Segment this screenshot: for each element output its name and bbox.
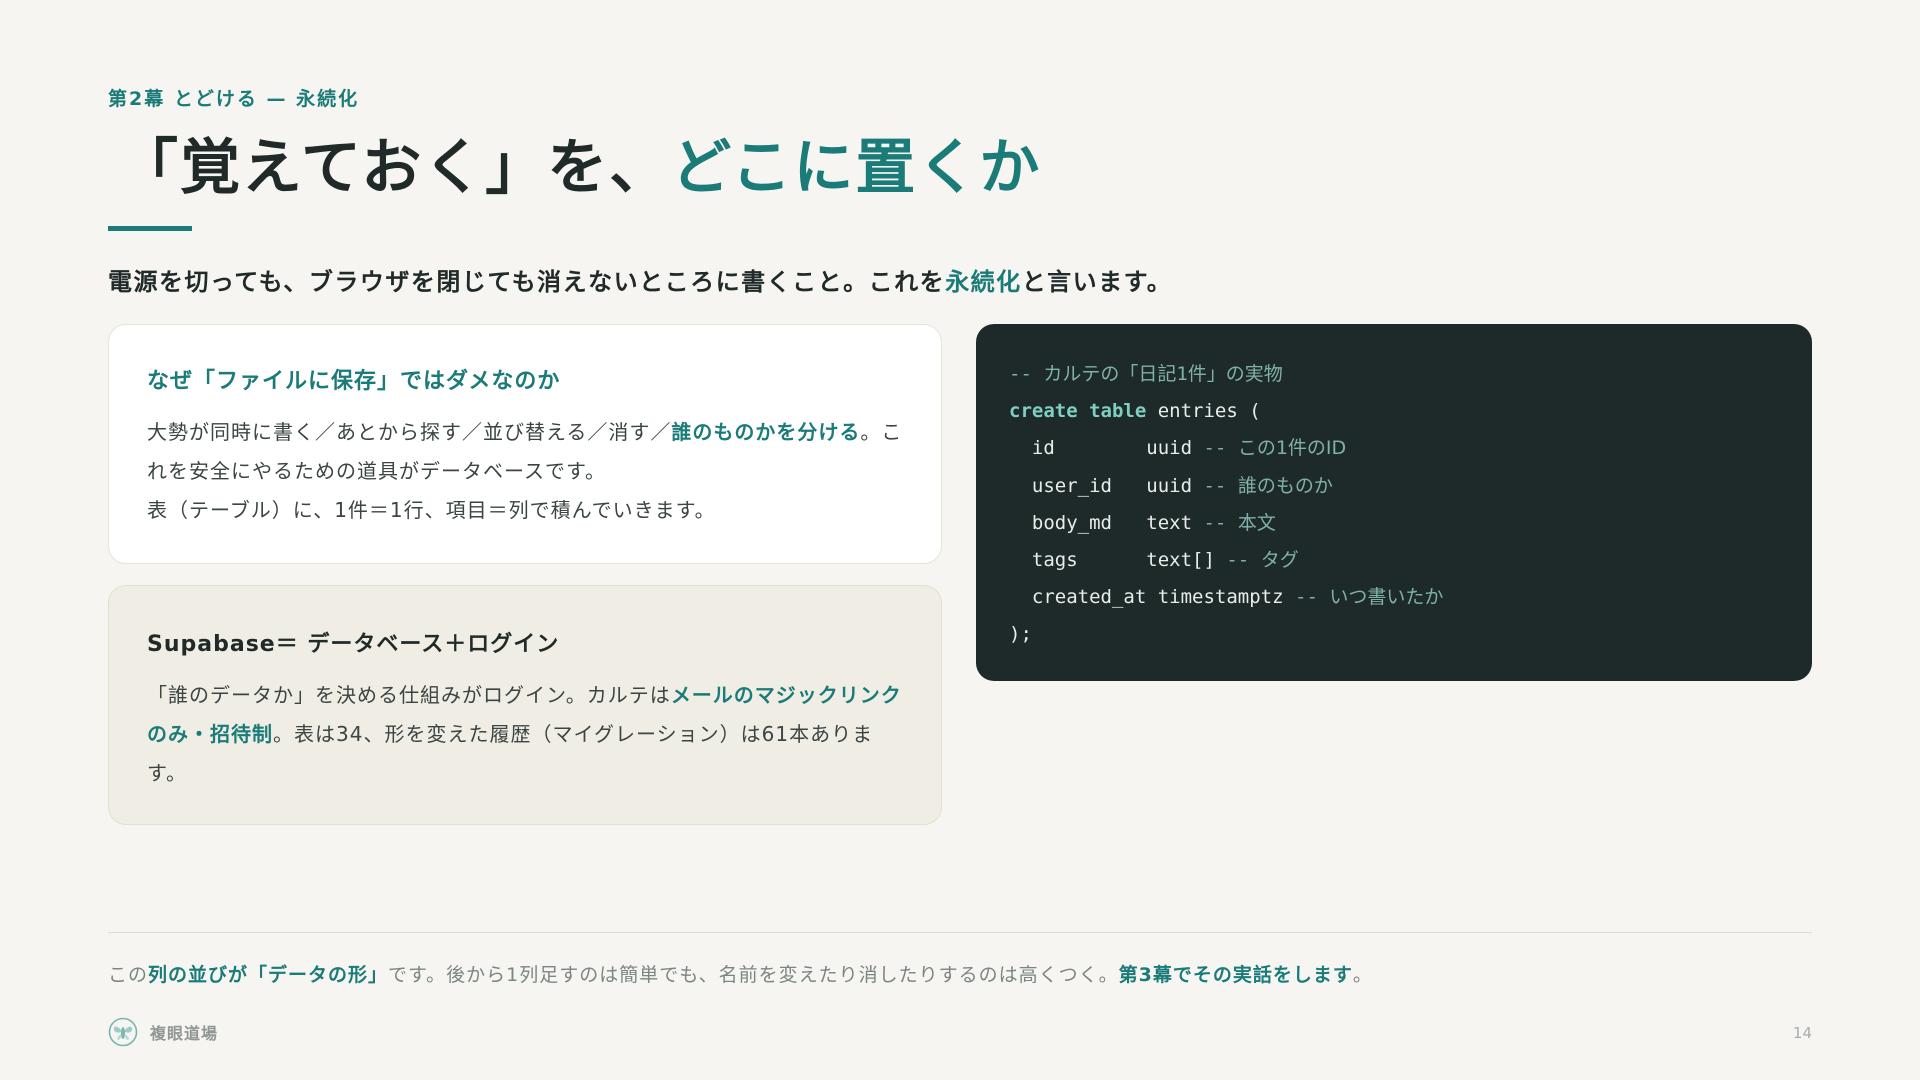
code-column-name: created_at <box>1031 586 1158 609</box>
code-column-dash: -- <box>1283 586 1330 609</box>
lead-highlight: 永続化 <box>945 268 1022 296</box>
card-why-not-file-title: なぜ「ファイルに保存」ではダメなのか <box>147 369 561 394</box>
code-column-name: tags <box>1031 548 1147 571</box>
card-why-not-file: なぜ「ファイルに保存」ではダメなのか 大勢が同時に書く／あとから探す／並び替える… <box>108 324 942 564</box>
code-column-name: user_id <box>1031 474 1147 497</box>
card-why-not-file-body: 大勢が同時に書く／あとから探す／並び替える／消す／誰のものかを分ける。これを安全… <box>147 413 905 530</box>
footnote-highlight-1: 列の並びが「データの形」 <box>148 964 389 986</box>
code-column-name: body_md <box>1031 511 1147 534</box>
brand-name: 複眼道場 <box>150 1024 219 1043</box>
code-column-dash: -- <box>1192 437 1238 460</box>
code-column-type: uuid <box>1146 437 1193 460</box>
code-column-row: body_md text -- 本文 <box>1009 505 1812 542</box>
code-column-row: id uuid -- この1件のID <box>1009 430 1812 467</box>
card-supabase-body: 「誰のデータか」を決める仕組みがログイン。カルテはメールのマジックリンクのみ・招… <box>147 676 905 793</box>
card-supabase-before: 「誰のデータか」を決める仕組みがログイン。カルテは <box>147 683 671 707</box>
code-comment-title: -- カルテの「日記1件」の実物 <box>1009 356 1812 393</box>
code-table-name: entries ( <box>1157 400 1261 423</box>
footnote-highlight-2: 第3幕でその実話をします <box>1118 964 1353 986</box>
code-column-dash: -- <box>1192 511 1238 534</box>
code-comment-title-text: -- カルテの「日記1件」の実物 <box>1009 363 1283 385</box>
code-column-dash: -- <box>1214 548 1261 571</box>
card-supabase-title: Supabase＝ データベース＋ログイン <box>147 632 560 657</box>
footnote: この列の並びが「データの形」です。後から1列足すのは簡単でも、名前を変えたり消し… <box>108 960 1373 987</box>
code-column-type: uuid <box>1146 474 1193 497</box>
code-column-note: 誰のものか <box>1237 474 1333 497</box>
code-column-note: タグ <box>1260 548 1299 571</box>
card-supabase: Supabase＝ データベース＋ログイン 「誰のデータか」を決める仕組みがログ… <box>108 585 942 825</box>
code-column-type: text <box>1146 511 1193 534</box>
lead-before: 電源を切っても、ブラウザを閉じても消えないところに書くこと。これを <box>108 268 946 296</box>
code-column-note: 本文 <box>1237 511 1276 534</box>
footnote-mid: です。後から1列足すのは簡単でも、名前を変えたり消したりするのは高くつく。 <box>388 964 1119 986</box>
code-column-row: tags text[] -- タグ <box>1009 542 1812 579</box>
card-why-line2: 表（テーブル）に、1件＝1行、項目＝列で積んでいきます。 <box>147 498 716 522</box>
footnote-pre: この <box>108 964 149 986</box>
code-close-line: ); <box>1009 616 1812 653</box>
slide: 第2幕 とどける — 永続化 「覚えておく」を、どこに置くか 電源を切っても、ブ… <box>0 0 1920 1080</box>
code-column-row: created_at timestamptz -- いつ書いたか <box>1009 579 1812 616</box>
code-column-type: timestamptz <box>1157 586 1284 609</box>
page-title-main: 「覚えておく」を、 <box>118 133 672 203</box>
code-close: ); <box>1009 623 1032 646</box>
section-kicker: 第2幕 とどける — 永続化 <box>108 88 360 110</box>
page-title: 「覚えておく」を、どこに置くか <box>118 128 1041 208</box>
card-why-line1-highlight: 誰のものかを分ける <box>671 420 861 444</box>
compound-eye-insect-icon <box>108 1017 138 1047</box>
code-create-line: create table entries ( <box>1009 393 1812 430</box>
code-column-dash: -- <box>1192 474 1238 497</box>
code-column-note: いつ書いたか <box>1329 586 1444 609</box>
card-why-line1-before: 大勢が同時に書く／あとから探す／並び替える／消す／ <box>147 420 672 444</box>
lead-after: と言います。 <box>1021 268 1173 296</box>
code-column-name: id <box>1031 437 1147 460</box>
brand: 複眼道場 <box>108 1017 218 1047</box>
code-column-type: text[] <box>1146 548 1215 571</box>
code-block-sql: -- カルテの「日記1件」の実物 create table entries ( … <box>976 324 1812 681</box>
title-underline <box>108 226 192 231</box>
lead-text: 電源を切っても、ブラウザを閉じても消えないところに書くこと。これを永続化と言いま… <box>108 262 1172 297</box>
code-column-note: この1件のID <box>1237 437 1347 460</box>
footnote-end: 。 <box>1352 964 1373 986</box>
footer-divider <box>108 932 1812 933</box>
code-column-row: user_id uuid -- 誰のものか <box>1009 468 1812 505</box>
code-create-keyword: create table <box>1009 400 1147 423</box>
page-number: 14 <box>1792 1024 1812 1042</box>
page-title-accent: どこに置くか <box>671 133 1042 203</box>
